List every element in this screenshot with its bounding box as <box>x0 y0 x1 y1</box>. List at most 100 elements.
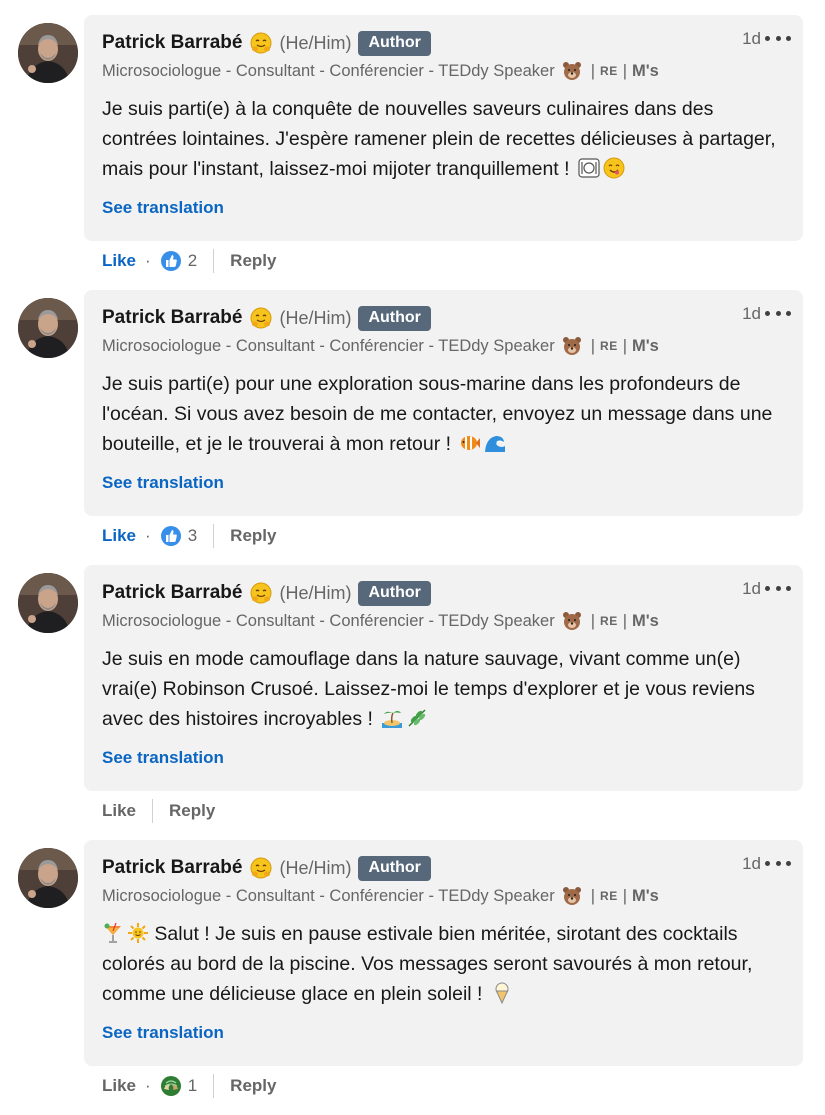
separator: | <box>590 886 596 905</box>
comment-bubble: Patrick Barrabé (He/Him) Author 1d Micro… <box>84 565 803 791</box>
timestamp: 1d <box>742 854 761 873</box>
separator: | <box>590 336 596 355</box>
tropical-drink-emoji <box>102 922 124 944</box>
headline-tag: M's <box>632 336 659 355</box>
author-badge: Author <box>358 580 431 606</box>
avatar[interactable] <box>18 23 78 83</box>
bear-face-emoji <box>562 611 582 631</box>
author-name[interactable]: Patrick Barrabé <box>102 857 242 879</box>
comment-bubble: Patrick Barrabé (He/Him) Author 1d Micro… <box>84 15 803 241</box>
tropical-fish-emoji <box>459 432 481 454</box>
bear-face-emoji <box>562 886 582 906</box>
more-options-icon[interactable] <box>765 577 791 599</box>
comment: Patrick Barrabé (He/Him) Author 1d Micro… <box>0 290 825 565</box>
headline-tag: M's <box>632 61 659 80</box>
bear-face-emoji <box>562 61 582 81</box>
author-headline: Microsociologue - Consultant - Conférenc… <box>102 336 659 356</box>
author-line: Patrick Barrabé (He/Him) Author <box>102 579 431 607</box>
reply-button[interactable]: Reply <box>169 801 215 821</box>
comment-body: Je suis en mode camouflage dans la natur… <box>102 648 755 730</box>
headline-tag: RE <box>600 889 618 903</box>
herb-emoji <box>406 707 428 729</box>
more-options-icon[interactable] <box>765 852 791 874</box>
author-name[interactable]: Patrick Barrabé <box>102 32 242 54</box>
author-line: Patrick Barrabé (He/Him) Author <box>102 29 431 57</box>
divider <box>213 249 215 273</box>
ice-cream-emoji <box>491 982 513 1005</box>
reactions[interactable]: 3 <box>160 525 197 547</box>
see-translation-link[interactable]: See translation <box>102 748 224 768</box>
pronouns: (He/Him) <box>279 32 352 53</box>
see-translation-link[interactable]: See translation <box>102 198 224 218</box>
separator: | <box>622 336 627 355</box>
separator-dot: · <box>145 251 151 270</box>
comment-actions: Like Reply <box>102 798 215 824</box>
separator: | <box>622 611 627 630</box>
headline-tag: M's <box>632 886 659 905</box>
pronouns: (He/Him) <box>279 582 352 603</box>
support-hands-icon <box>160 1075 182 1097</box>
headline-text: Microsociologue - Consultant - Conférenc… <box>102 611 555 630</box>
headline-text: Microsociologue - Consultant - Conférenc… <box>102 336 555 355</box>
desert-island-emoji <box>381 707 403 729</box>
avatar[interactable] <box>18 573 78 633</box>
timestamp: 1d <box>742 29 761 48</box>
headline-tag: RE <box>600 64 618 78</box>
avatar[interactable] <box>18 848 78 908</box>
reply-button[interactable]: Reply <box>230 526 276 546</box>
divider <box>152 799 154 823</box>
comment-text: Je suis parti(e) à la conquête de nouvel… <box>102 94 782 184</box>
hugging-face-emoji <box>250 582 272 604</box>
more-options-icon[interactable] <box>765 302 791 324</box>
separator: | <box>622 61 627 80</box>
comment-bubble: Patrick Barrabé (He/Him) Author 1d Micro… <box>84 840 803 1066</box>
author-headline: Microsociologue - Consultant - Conférenc… <box>102 61 659 81</box>
comment: Patrick Barrabé (He/Him) Author 1d Micro… <box>0 15 825 290</box>
avatar[interactable] <box>18 298 78 358</box>
author-line: Patrick Barrabé (He/Him) Author <box>102 304 431 332</box>
headline-text: Microsociologue - Consultant - Conférenc… <box>102 886 555 905</box>
author-badge: Author <box>358 305 431 331</box>
author-name[interactable]: Patrick Barrabé <box>102 582 242 604</box>
reactions[interactable]: 1 <box>160 1075 197 1097</box>
reaction-count: 1 <box>187 1076 198 1095</box>
comment-actions: Like · 3 Reply <box>102 523 276 549</box>
comment-text: Je suis en mode camouflage dans la natur… <box>102 644 782 734</box>
timestamp: 1d <box>742 304 761 323</box>
like-button[interactable]: Like <box>102 1076 136 1096</box>
comment-body: Je suis parti(e) à la conquête de nouvel… <box>102 98 776 180</box>
comment-bubble: Patrick Barrabé (He/Him) Author 1d Micro… <box>84 290 803 516</box>
reaction-count: 2 <box>187 251 198 270</box>
headline-tag: RE <box>600 614 618 628</box>
separator: | <box>590 611 596 630</box>
comment: Patrick Barrabé (He/Him) Author 1d Micro… <box>0 840 825 1115</box>
headline-tag: RE <box>600 339 618 353</box>
like-button[interactable]: Like <box>102 526 136 546</box>
yum-face-emoji <box>603 157 625 179</box>
author-headline: Microsociologue - Consultant - Conférenc… <box>102 886 659 906</box>
author-badge: Author <box>358 855 431 881</box>
see-translation-link[interactable]: See translation <box>102 473 224 493</box>
author-line: Patrick Barrabé (He/Him) Author <box>102 854 431 882</box>
headline-tag: M's <box>632 611 659 630</box>
divider <box>213 524 215 548</box>
comment-text: Je suis parti(e) pour une exploration so… <box>102 369 782 459</box>
separator: | <box>590 61 596 80</box>
like-button[interactable]: Like <box>102 801 136 821</box>
comment-text: Salut ! Je suis en pause estivale bien m… <box>102 919 782 1009</box>
bear-face-emoji <box>562 336 582 356</box>
sun-emoji <box>127 922 149 944</box>
more-options-icon[interactable] <box>765 27 791 49</box>
hugging-face-emoji <box>250 32 272 54</box>
comment-body: Je suis parti(e) pour une exploration so… <box>102 373 773 455</box>
reply-button[interactable]: Reply <box>230 251 276 271</box>
see-translation-link[interactable]: See translation <box>102 1023 224 1043</box>
separator: | <box>622 886 627 905</box>
timestamp: 1d <box>742 579 761 598</box>
divider <box>213 1074 215 1098</box>
reply-button[interactable]: Reply <box>230 1076 276 1096</box>
hugging-face-emoji <box>250 307 272 329</box>
like-button[interactable]: Like <box>102 251 136 271</box>
author-name[interactable]: Patrick Barrabé <box>102 307 242 329</box>
reactions[interactable]: 2 <box>160 250 197 272</box>
